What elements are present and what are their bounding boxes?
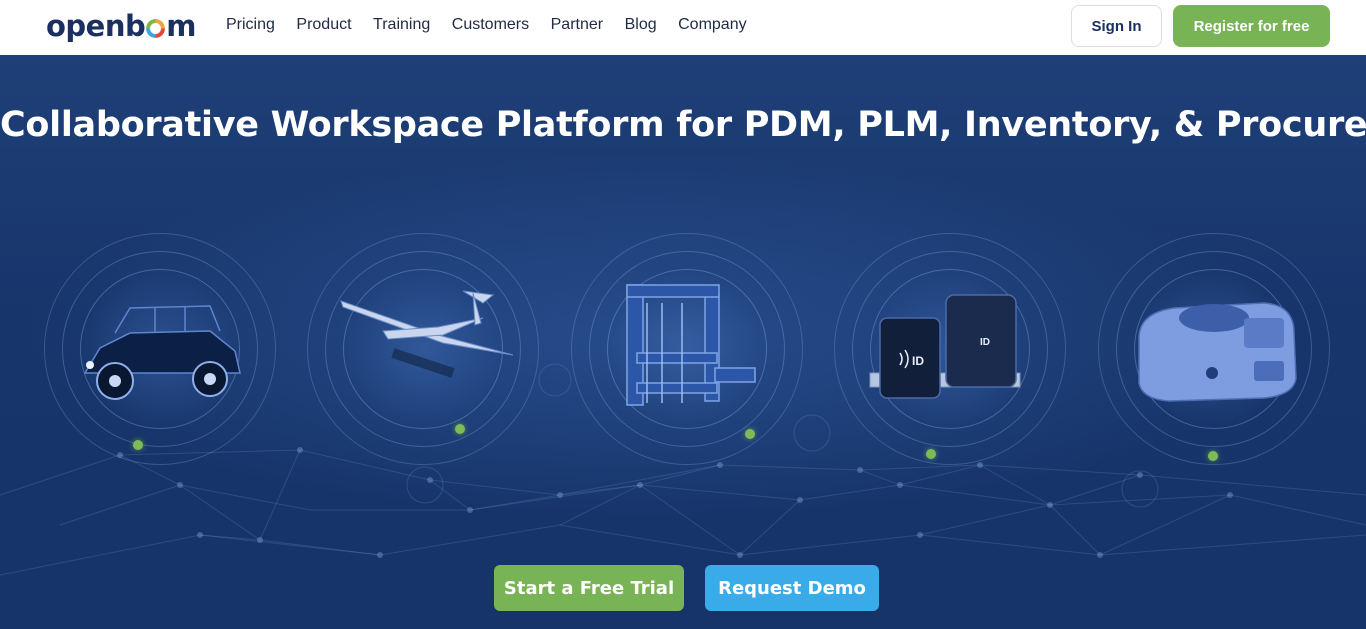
nav-company[interactable]: Company: [678, 16, 746, 34]
hero-section: Collaborative Workspace Platform for PDM…: [0, 55, 1366, 629]
utility-vehicle-icon: [83, 305, 241, 400]
openbom-logo[interactable]: openb m: [46, 9, 196, 43]
sign-in-button[interactable]: Sign In: [1071, 5, 1162, 47]
svg-text:ID: ID: [912, 354, 924, 368]
machine-frame-icon: [626, 284, 756, 406]
svg-text:ID: ID: [980, 337, 990, 348]
drone-aircraft-icon: [340, 290, 514, 378]
product-card-drone: [307, 233, 539, 465]
status-dot: [1208, 451, 1218, 461]
main-nav: Pricing Product Training Customers Partn…: [226, 16, 768, 34]
nav-customers[interactable]: Customers: [452, 16, 529, 34]
id-device-icon: ID ID: [869, 294, 1021, 399]
nav-training[interactable]: Training: [373, 16, 430, 34]
nav-partner[interactable]: Partner: [551, 16, 603, 34]
request-demo-button[interactable]: Request Demo: [705, 565, 879, 611]
logo-ring-icon: [146, 19, 166, 38]
start-free-trial-button[interactable]: Start a Free Trial: [494, 565, 684, 611]
product-card-id-devices: ID ID: [834, 233, 1066, 465]
logo-text-left: openb: [46, 9, 146, 43]
product-card-lab-instrument: [1098, 233, 1330, 465]
product-card-vehicle: [44, 233, 276, 465]
status-dot: [455, 424, 465, 434]
logo-text-right: m: [166, 9, 196, 43]
status-dot: [745, 429, 755, 439]
lab-instrument-icon: [1138, 302, 1297, 402]
hero-title: Collaborative Workspace Platform for PDM…: [0, 105, 1366, 145]
site-header: openb m Pricing Product Training Custome…: [0, 0, 1366, 55]
nav-blog[interactable]: Blog: [625, 16, 657, 34]
nav-pricing[interactable]: Pricing: [226, 16, 275, 34]
nav-product[interactable]: Product: [296, 16, 351, 34]
status-dot: [133, 440, 143, 450]
status-dot: [926, 449, 936, 459]
product-card-machine: [571, 233, 803, 465]
register-button[interactable]: Register for free: [1173, 5, 1330, 47]
